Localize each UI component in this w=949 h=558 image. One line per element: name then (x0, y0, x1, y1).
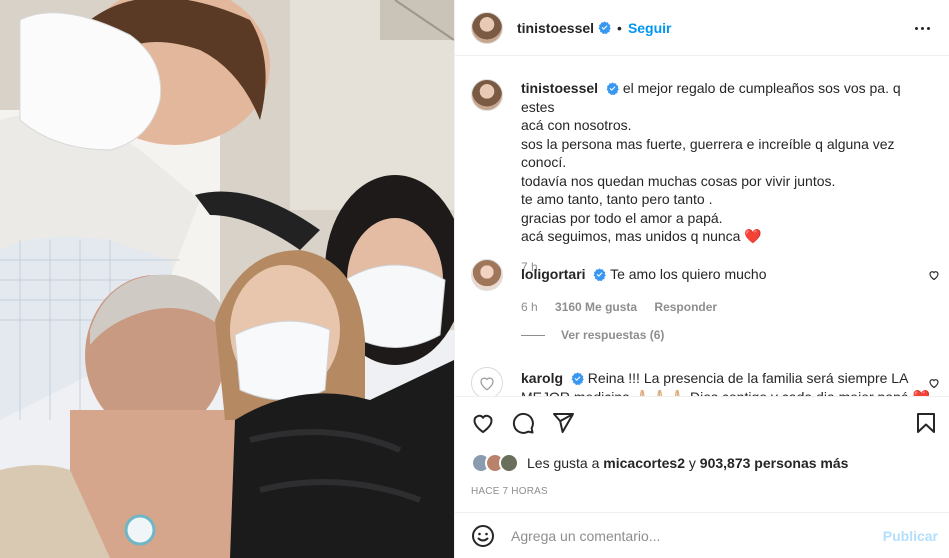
caption-line: acá seguimos, mas unidos q nunca ❤️ (521, 228, 762, 244)
comment-item: loligortari Te amo los quiero mucho 6 h … (471, 259, 931, 314)
caption-username[interactable]: tinistoessel (521, 80, 598, 96)
author-username[interactable]: tinistoessel (517, 20, 594, 36)
comment-meta: 6 h 3160 Me gusta Responder (521, 300, 767, 314)
paper-plane-icon[interactable] (551, 411, 575, 435)
bookmark-icon[interactable] (914, 411, 938, 435)
view-replies-label: Ver respuestas (6) (561, 328, 665, 342)
post-image (0, 0, 454, 558)
comment-body: Te amo los quiero mucho (610, 266, 767, 282)
caption-avatar[interactable] (471, 79, 503, 111)
header-separator: • (617, 19, 622, 36)
commenter-avatar[interactable] (471, 367, 503, 396)
comment-text: karolg Reina !!! La presencia de la fami… (521, 369, 930, 396)
likes-user[interactable]: micacortes2 (603, 455, 685, 471)
comments-list[interactable]: tinistoessel el mejor regalo de cumpleañ… (455, 57, 949, 396)
add-comment-bar: Publicar (455, 512, 949, 558)
comment-username[interactable]: karolg (521, 370, 563, 386)
post-panel: tinistoessel • Seguir tinistoessel el me… (454, 0, 949, 558)
verified-badge-icon (598, 21, 611, 34)
likes-joiner: y (688, 455, 696, 471)
comment-like-heart-icon[interactable] (928, 269, 940, 281)
replies-divider-line (521, 334, 545, 336)
follow-button[interactable]: Seguir (628, 20, 672, 36)
view-replies-button[interactable]: Ver respuestas (6) (521, 328, 664, 342)
commenter-avatar[interactable] (471, 259, 503, 291)
caption-line: sos la persona mas fuerte, guerrera e in… (521, 135, 895, 171)
heart-icon[interactable] (471, 411, 495, 435)
comment-time: 6 h (521, 299, 538, 314)
verified-badge-icon (606, 82, 619, 95)
comment-item: karolg Reina !!! La presencia de la fami… (471, 367, 931, 396)
comment-likes[interactable]: 3160 Me gusta (555, 300, 637, 314)
publish-button[interactable]: Publicar (883, 528, 938, 544)
caption: tinistoessel el mejor regalo de cumpleañ… (471, 79, 931, 274)
comment-text: loligortari Te amo los quiero mucho (521, 265, 767, 284)
comment-like-heart-icon[interactable] (928, 377, 940, 389)
post-actions: Les gusta a micacortes2 y 903,873 person… (455, 396, 949, 512)
post-photo[interactable] (0, 0, 454, 558)
caption-line: te amo tanto, tanto pero tanto . (521, 191, 713, 207)
post-timestamp[interactable]: HACE 7 HORAS (471, 486, 548, 497)
comment-input[interactable] (511, 527, 871, 544)
comment-icon[interactable] (511, 411, 535, 435)
heart-logo-icon (480, 377, 494, 391)
action-icons (471, 411, 591, 435)
comment-username[interactable]: loligortari (521, 266, 586, 282)
author-avatar[interactable] (471, 11, 503, 44)
caption-line: todavía nos quedan muchas cosas por vivi… (521, 172, 836, 189)
likes-prefix: Les gusta a (527, 455, 600, 471)
liker-avatar (499, 453, 519, 473)
emoji-icon[interactable] (471, 524, 495, 548)
likes-text: Les gusta a micacortes2 y 903,873 person… (527, 455, 848, 471)
reply-button[interactable]: Responder (654, 300, 717, 314)
likes-count[interactable]: 903,873 personas más (700, 455, 849, 471)
verified-badge-icon (571, 372, 584, 385)
post-header: tinistoessel • Seguir (455, 0, 949, 56)
verified-badge-icon (593, 268, 607, 281)
caption-text: tinistoessel el mejor regalo de cumpleañ… (521, 79, 931, 246)
more-options-icon[interactable] (910, 16, 934, 40)
caption-line: acá con nosotros. (521, 117, 632, 133)
caption-line: gracias por todo el amor a papá. (521, 209, 723, 226)
comment-body-continued: MEJOR medicina 🙏🏻🙏🏻🙏🏻 Dios contigo y cad… (521, 388, 930, 397)
comment-body: Reina !!! La presencia de la familia ser… (587, 370, 909, 386)
likes-summary: Les gusta a micacortes2 y 903,873 person… (471, 453, 848, 473)
